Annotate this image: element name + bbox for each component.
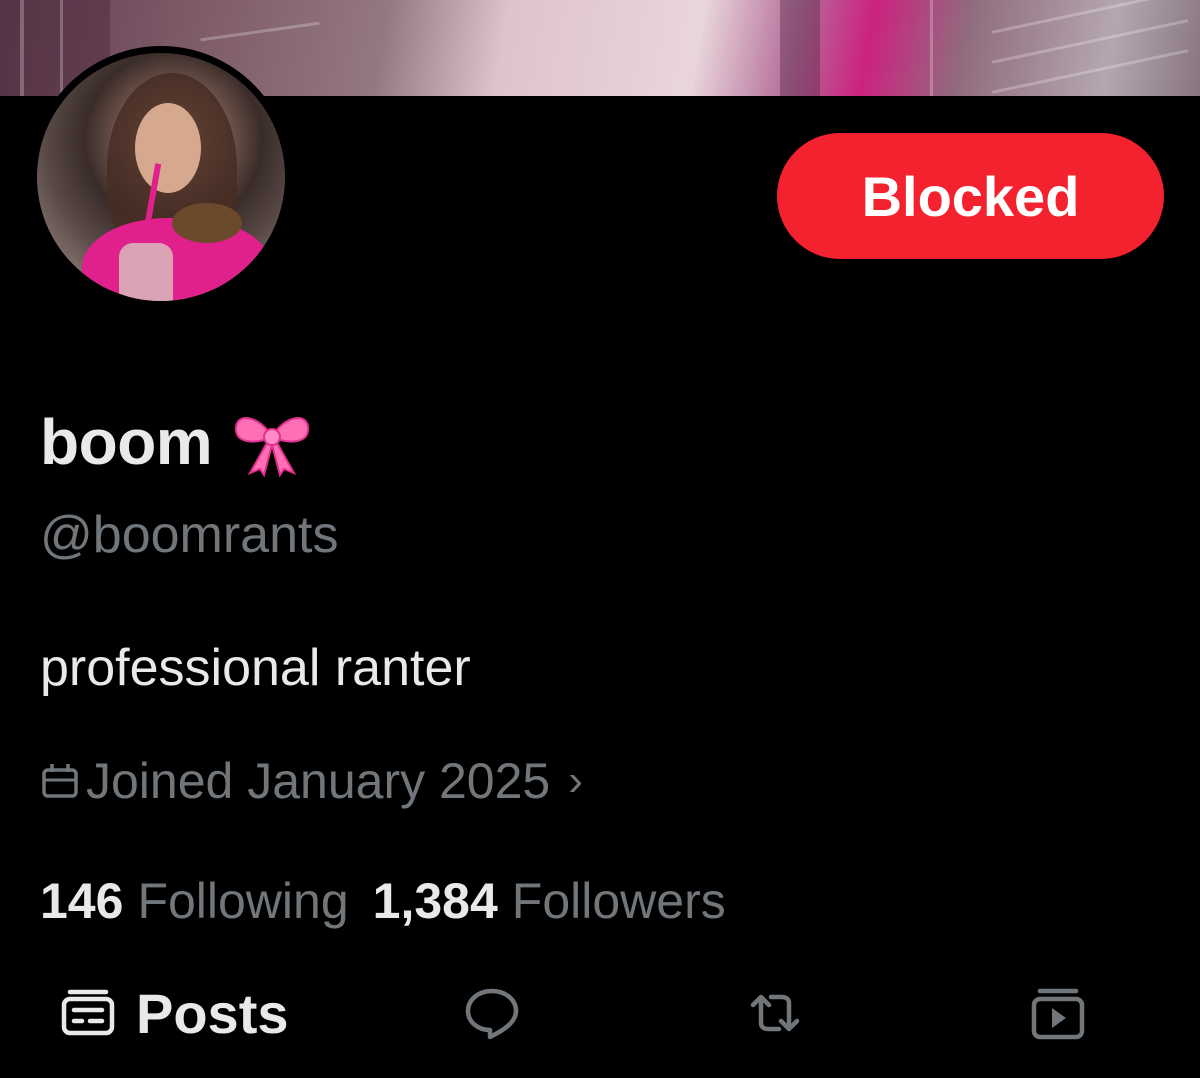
- chevron-right-icon: ›: [568, 756, 583, 805]
- followers-label: Followers: [511, 873, 726, 929]
- display-name-row: boom: [40, 405, 314, 479]
- replies-icon: [465, 988, 519, 1040]
- following-stat[interactable]: 146 Following: [40, 872, 349, 930]
- bio: professional ranter: [40, 639, 471, 697]
- tab-posts[interactable]: Posts: [58, 970, 289, 1056]
- avatar-image: [37, 53, 285, 301]
- following-label: Following: [137, 873, 349, 929]
- tab-reposts[interactable]: [745, 970, 805, 1056]
- tab-replies[interactable]: [462, 970, 522, 1056]
- bow-icon: [235, 417, 310, 477]
- followers-count: 1,384: [372, 873, 498, 929]
- profile-tabs: Posts: [0, 970, 1200, 1078]
- reposts-icon: [750, 994, 800, 1032]
- follow-stats: 146 Following 1,384 Followers: [40, 872, 750, 930]
- following-count: 146: [40, 873, 124, 929]
- blocked-button[interactable]: Blocked: [777, 133, 1164, 259]
- joined-date-row[interactable]: Joined January 2025 ›: [38, 752, 583, 810]
- avatar[interactable]: [30, 46, 292, 308]
- posts-icon: [61, 989, 115, 1036]
- tab-posts-label: Posts: [136, 981, 289, 1045]
- tab-media[interactable]: [1028, 970, 1088, 1056]
- display-name: boom: [40, 406, 213, 478]
- calendar-icon: [42, 764, 78, 798]
- user-handle: @boomrants: [40, 506, 339, 564]
- joined-date: Joined January 2025: [86, 753, 551, 809]
- followers-stat[interactable]: 1,384 Followers: [373, 872, 726, 930]
- media-icon: [1031, 988, 1085, 1040]
